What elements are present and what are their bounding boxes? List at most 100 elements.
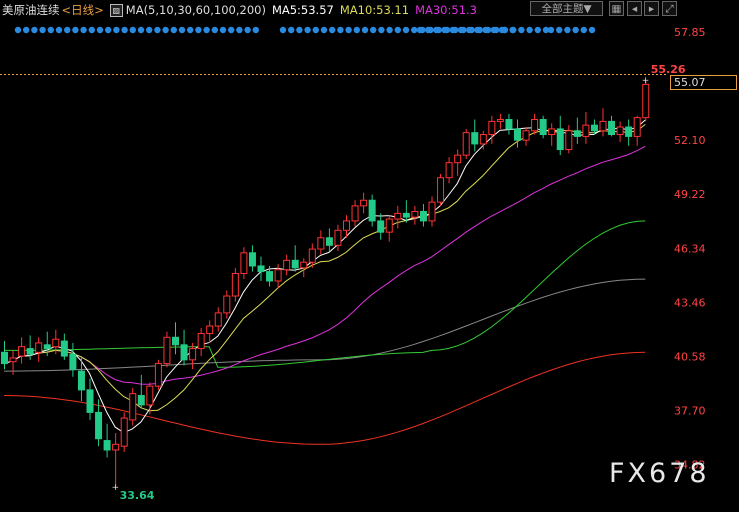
timeline-dot [39,26,46,34]
timeline-dot [23,26,30,34]
timeline-dot [113,26,120,34]
timeline-dot [457,26,465,34]
candle [69,342,77,377]
ma100-line [4,278,646,372]
candle [325,228,333,251]
candle-body [573,130,581,137]
ma-icon[interactable]: ▨ [109,3,123,17]
timeline-dot [370,26,377,34]
candle [625,119,633,146]
timeline-dot [501,26,509,34]
timeline-dot [320,26,328,34]
candle-body [223,295,231,314]
candle-body [462,132,470,156]
timeline-dot [449,26,456,34]
timeline-dot [361,26,369,34]
candle [599,108,607,137]
theme-dropdown[interactable]: 全部主题▼ [530,1,603,16]
timeline-dot [378,26,385,34]
timeline-dot [337,26,344,34]
timeline-dot [187,26,194,34]
timeline-dot [425,26,432,34]
candle [437,173,445,206]
candle-body [206,325,214,335]
candle [616,121,624,143]
candle-body [300,261,308,269]
timeline-dot [556,26,563,34]
candle [419,204,427,227]
timeline-dot [121,26,128,34]
candle [317,230,325,255]
candle [428,196,436,227]
prev-icon[interactable]: ◂ [627,1,642,16]
candle-body [437,177,445,203]
candle-body [18,346,26,357]
candle-body [43,344,51,350]
candle-body [26,348,34,355]
timeline-dot [47,26,54,34]
candle-body [411,211,419,218]
candle [129,388,137,426]
y-tick-label: 57.85 [674,26,706,39]
candle-body [582,124,590,137]
candle-body [69,353,77,370]
candle-body [60,340,68,357]
candle-body [197,333,205,350]
candle [18,337,26,364]
candle-body [283,259,291,271]
current-price-label: 55.07 [670,75,737,90]
candles [1,80,650,487]
timeline-dot [219,26,227,34]
candle [60,333,68,360]
candle [154,359,162,390]
ma10-value: MA10:53.11 [339,3,410,17]
timeline-dot [466,26,473,34]
fullscreen-icon[interactable]: ⤢ [662,1,677,16]
candle-body [539,119,547,136]
timeline-dot [510,26,517,34]
candle-body [479,134,487,145]
timeline-dot [329,26,336,34]
ma30-value: MA30:51.3 [415,3,477,17]
timeline-dot [572,26,579,34]
timeline-dot [279,26,287,34]
candle-body [625,126,633,137]
y-tick-label: 37.70 [674,405,706,418]
ma5-line [3,119,646,434]
candle-body [274,269,282,282]
candle-body [103,440,111,451]
candle [368,194,376,227]
candle [642,80,650,122]
candle-body [163,336,171,365]
y-tick-label: 43.46 [674,296,706,309]
timeline-dot [31,26,38,34]
timeline-dot [526,26,533,34]
next-icon[interactable]: ▸ [644,1,659,16]
candle [197,327,205,357]
period-label[interactable]: <日线> [62,2,104,18]
timeline-dot [203,26,210,34]
candle [539,115,547,139]
candle-body [189,348,197,361]
timeline-dot [236,26,243,34]
candle-body [266,271,274,282]
candle-body [35,342,43,353]
timeline-dot [252,26,259,34]
candle-body [52,338,60,348]
candle-body [556,128,564,151]
candle [137,374,145,409]
instrument-name: 美原油连续 [2,3,60,17]
candle-body [590,124,598,132]
candle [573,117,581,144]
candle-body [77,370,85,391]
timeline-dot [80,26,87,34]
low-label: 33.64 [120,489,155,502]
timeline-dot [228,26,235,34]
candle-body [180,344,188,361]
grid-icon[interactable]: ▦ [609,1,624,16]
candle [223,290,231,319]
timeline-dot [441,26,448,34]
candle-body [214,312,222,327]
timeline-dot [14,26,22,34]
candle [163,331,171,368]
